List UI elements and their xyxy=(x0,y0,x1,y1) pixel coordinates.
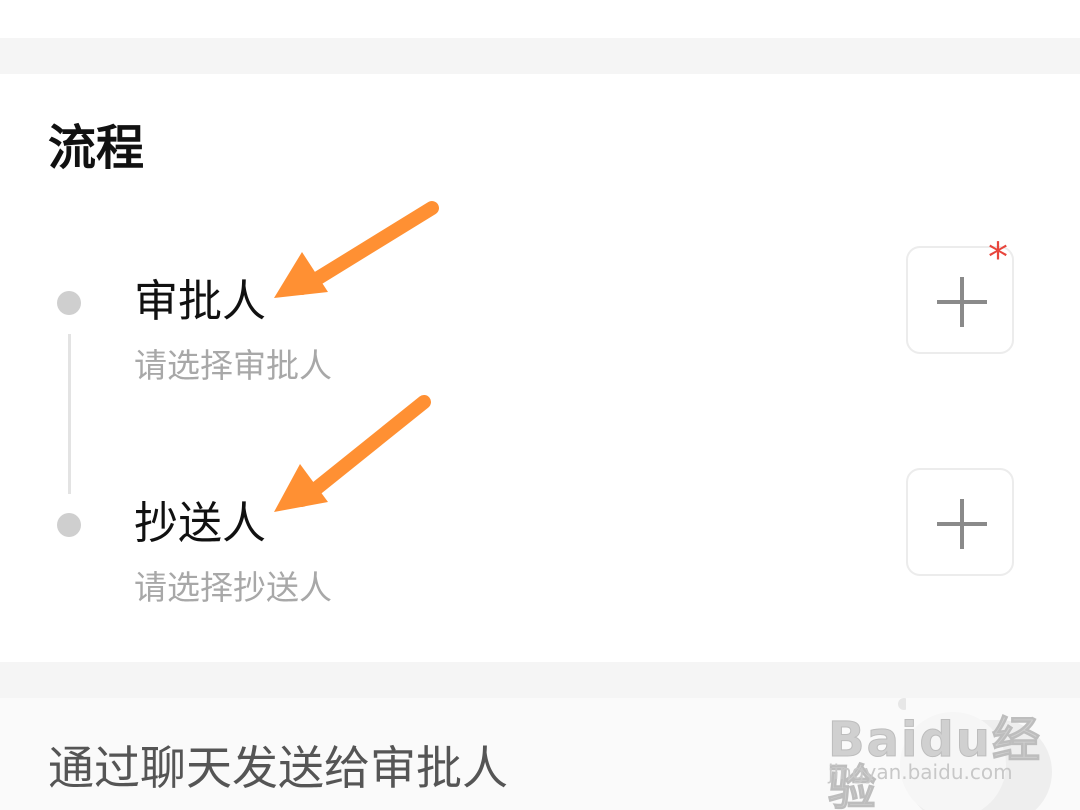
orange-arrow-icon xyxy=(274,201,439,298)
section-divider xyxy=(0,662,1080,698)
previous-section xyxy=(0,0,1080,38)
section-title: 流程 xyxy=(48,120,145,176)
plus-icon xyxy=(937,499,987,549)
cc-title: 抄送人 xyxy=(134,498,266,549)
plus-icon xyxy=(937,277,987,327)
add-cc-button[interactable] xyxy=(906,468,1014,576)
required-marker: * xyxy=(988,235,1008,281)
timeline-dot-cc xyxy=(57,513,81,537)
send-via-chat-label: 通过聊天发送给审批人 xyxy=(48,741,508,795)
timeline-dot-approver xyxy=(57,291,81,315)
cc-hint: 请选择抄送人 xyxy=(134,568,332,607)
timeline-connector xyxy=(68,334,71,494)
section-divider xyxy=(0,38,1080,74)
watermark-url: jingyan.baidu.com xyxy=(828,760,1013,784)
approver-hint: 请选择审批人 xyxy=(134,346,332,385)
approver-title: 审批人 xyxy=(134,276,266,327)
orange-arrow-icon xyxy=(274,395,431,512)
